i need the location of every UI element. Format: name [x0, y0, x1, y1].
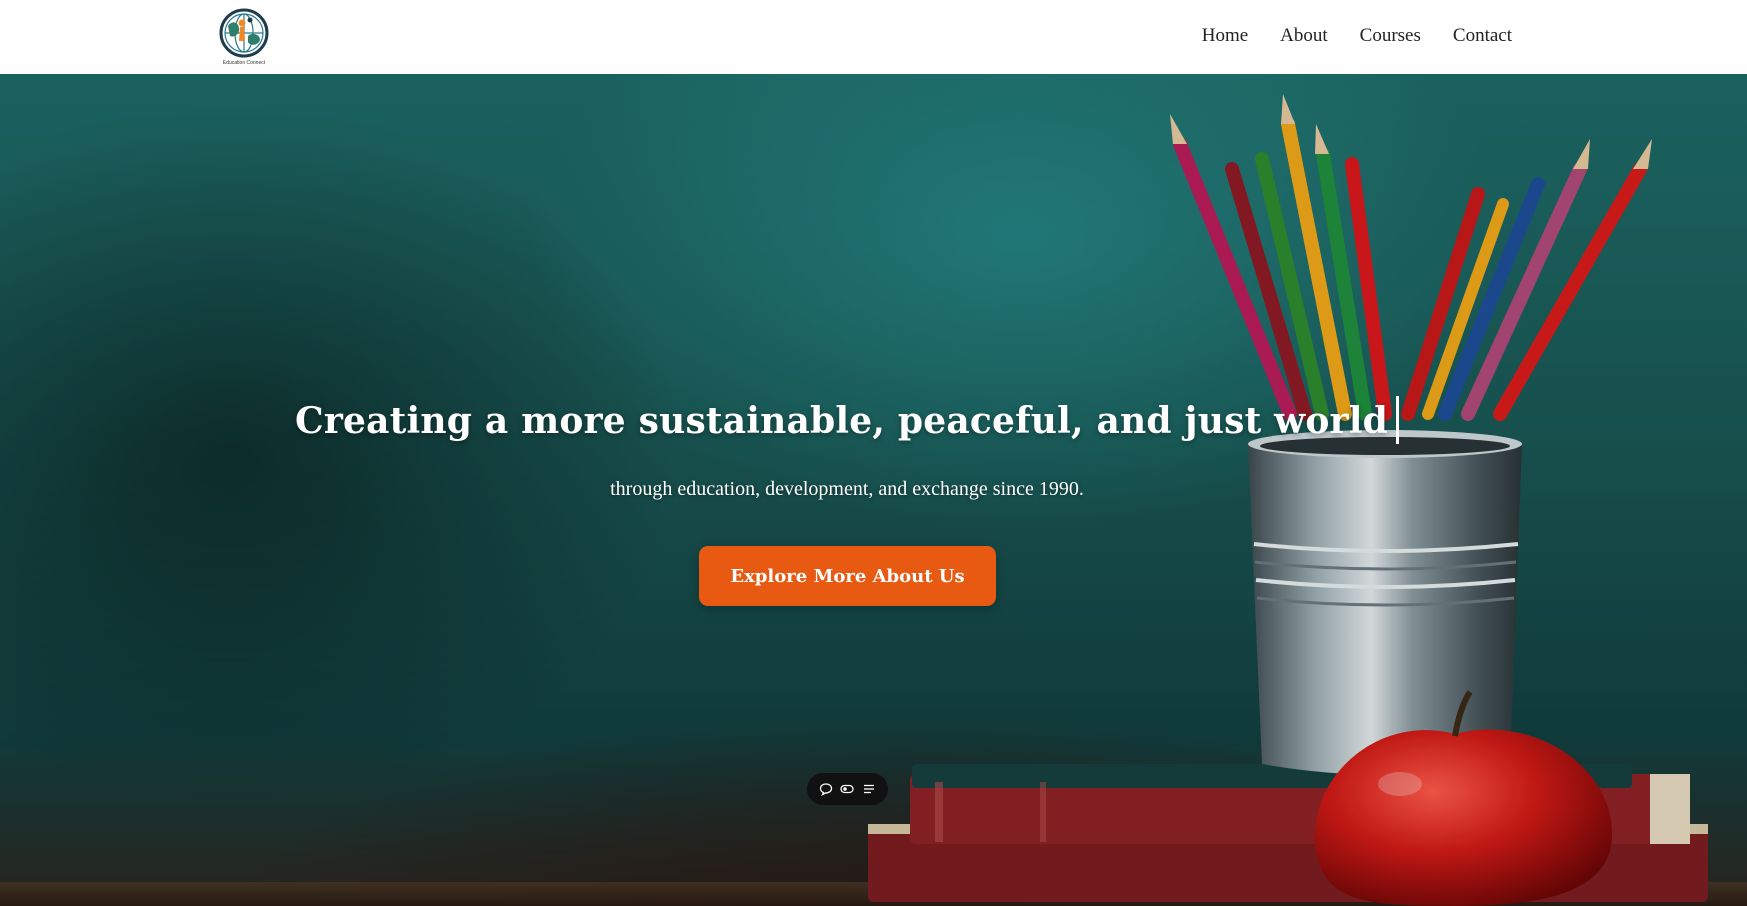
chat-bubble-icon[interactable]: [817, 780, 835, 798]
main-nav: Home About Courses Contact: [1202, 20, 1512, 52]
menu-list-icon[interactable]: [860, 780, 878, 798]
toggle-icon[interactable]: [838, 780, 856, 798]
nav-contact[interactable]: Contact: [1453, 20, 1512, 52]
site-header: Education Connect Home About Courses Con…: [0, 0, 1747, 74]
logo-caption: Education Connect: [222, 60, 266, 66]
nav-about[interactable]: About: [1280, 20, 1328, 52]
hero-headline-text: Creating a more sustainable, peaceful, a…: [295, 400, 1388, 442]
hero-headline: Creating a more sustainable, peaceful, a…: [0, 396, 1694, 448]
globe-logo-icon: [219, 8, 269, 58]
site-logo[interactable]: Education Connect: [216, 8, 272, 68]
floating-mini-toolbar: [807, 773, 888, 805]
nav-home[interactable]: Home: [1202, 20, 1248, 52]
nav-courses[interactable]: Courses: [1360, 20, 1421, 52]
hero-subtitle: through education, development, and exch…: [610, 478, 1084, 500]
typing-cursor: [1395, 396, 1399, 444]
hero-section: Creating a more sustainable, peaceful, a…: [0, 74, 1747, 906]
explore-more-button[interactable]: Explore More About Us: [699, 546, 996, 606]
